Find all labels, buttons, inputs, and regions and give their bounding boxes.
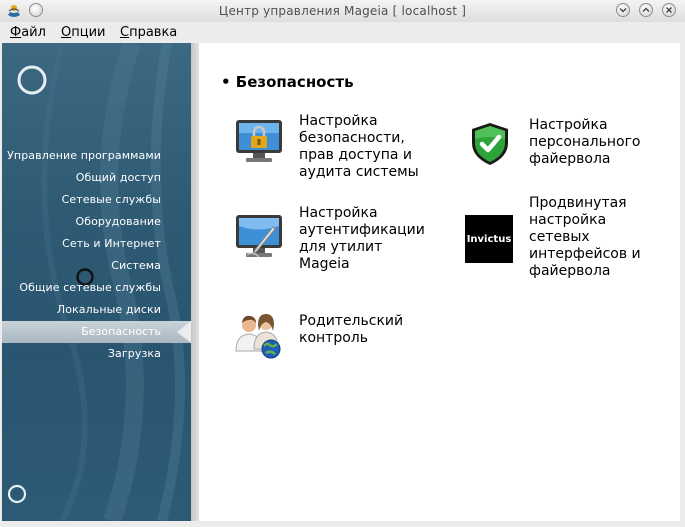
content-frame-edge [191, 43, 199, 521]
sidebar-item-network-sharing[interactable]: Общие сетевые службы [19, 281, 161, 294]
tool-label: Настройка безопасности, прав доступа и а… [299, 113, 419, 180]
sidebar-item-security-selected[interactable]: Безопасность [2, 321, 191, 343]
window-title: Центр управления Mageia [ localhost ] [218, 4, 467, 18]
selection-arrow-icon [177, 321, 191, 343]
sidebar-item-software-management[interactable]: Управление программами [7, 149, 161, 162]
close-icon [666, 7, 672, 13]
invictus-logo-text: Invictus [466, 233, 512, 245]
sidebar-item-local-disks[interactable]: Локальные диски [57, 303, 161, 316]
menu-options[interactable]: Опции [61, 25, 105, 40]
tools-panel: • Безопасность Настройка безопасности, п… [199, 43, 680, 521]
decorative-circle-small [7, 484, 27, 504]
menu-file-mnemonic: Ф [10, 25, 22, 40]
tool-label: Продвинутая настройка сетевых интерфейсо… [529, 195, 641, 279]
sidebar-item-system[interactable]: Система [111, 259, 161, 272]
sidebar-item-label: Безопасность [81, 325, 161, 338]
tool-parental-control[interactable]: Родительский контроль [233, 311, 463, 361]
menu-file[interactable]: Файл [10, 25, 46, 40]
tool-advanced-network-firewall[interactable]: Invictus Продвинутая настройка сетевых и… [464, 195, 679, 285]
chevron-up-icon [642, 7, 650, 12]
tool-label: Родительский контроль [299, 313, 404, 346]
minimize-button[interactable] [616, 3, 630, 17]
invictus-logo: Invictus [465, 215, 513, 263]
window-titlebar[interactable]: Центр управления Mageia [ localhost ] [0, 0, 685, 23]
parents-globe-icon [235, 314, 281, 359]
menu-file-label: айл [21, 25, 46, 40]
menu-help[interactable]: Справка [120, 25, 177, 40]
sidebar-item-hardware[interactable]: Оборудование [75, 215, 161, 228]
tool-label: Настройка аутентификации для утилит Mage… [299, 205, 425, 272]
window-bottom-edge [0, 521, 685, 527]
tool-label: Настройка персонального файервола [529, 117, 641, 167]
monitor-pen-icon [236, 215, 282, 258]
tool-personal-firewall[interactable]: Настройка персонального файервола [464, 115, 679, 175]
decorative-circle-large [17, 65, 47, 95]
sidebar-item-network-services[interactable]: Сетевые службы [62, 193, 161, 206]
chevron-down-icon [619, 8, 627, 13]
close-button[interactable] [662, 3, 676, 17]
tool-security-permissions[interactable]: Настройка безопасности, прав доступа и а… [233, 113, 463, 183]
maximize-button[interactable] [639, 3, 653, 17]
shield-check-icon [472, 123, 508, 165]
tool-authentication[interactable]: Настройка аутентификации для утилит Mage… [233, 205, 463, 275]
monitor-lock-icon [236, 120, 282, 162]
sidebar-item-sharing[interactable]: Общий доступ [76, 171, 161, 184]
menu-bar: Файл Опции Справка [0, 22, 685, 42]
menu-help-mnemonic: С [120, 25, 130, 40]
section-title: • Безопасность [221, 73, 354, 91]
menu-help-label: правка [129, 25, 178, 40]
menu-options-label: пции [71, 25, 106, 40]
sidebar-item-network-internet[interactable]: Сеть и Интернет [62, 237, 161, 250]
sidebar-item-boot[interactable]: Загрузка [108, 347, 161, 360]
menu-options-mnemonic: О [61, 25, 72, 40]
category-sidebar: Безопасность Управление программами Общи… [2, 43, 191, 521]
